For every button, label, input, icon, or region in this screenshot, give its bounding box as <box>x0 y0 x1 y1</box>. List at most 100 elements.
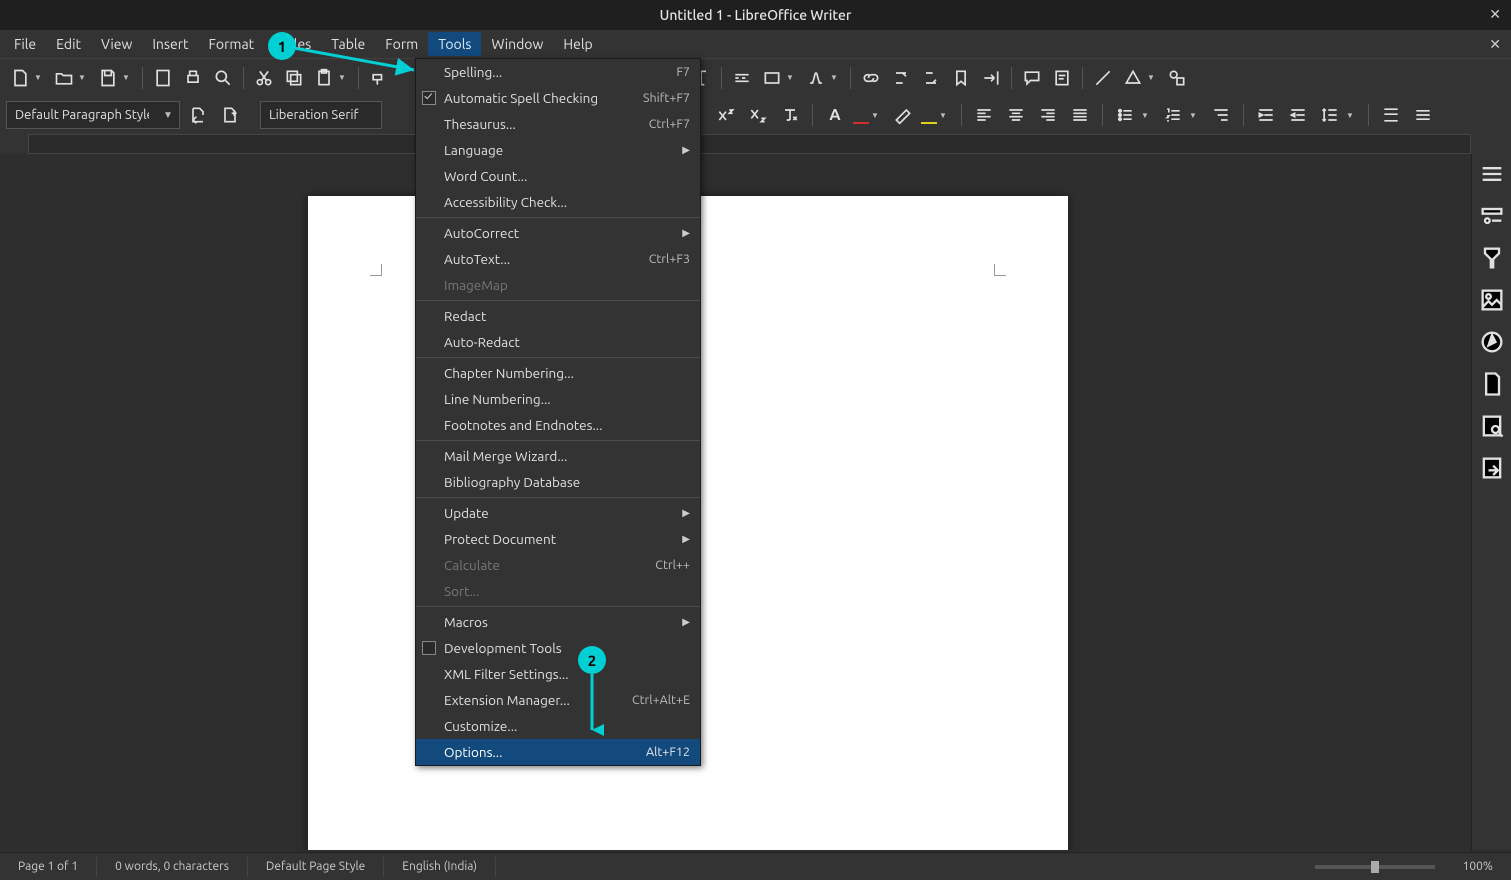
subscript-icon[interactable] <box>744 101 772 129</box>
status-page[interactable]: Page 1 of 1 <box>0 857 97 877</box>
new-style-icon[interactable] <box>216 101 244 129</box>
menu-item-update[interactable]: Update▶ <box>416 500 700 526</box>
sidebar-page-icon[interactable] <box>1478 370 1506 398</box>
open-dropdown-icon[interactable]: ▼ <box>78 73 88 82</box>
menu-item-auto-redact[interactable]: Auto-Redact <box>416 329 700 355</box>
status-page-style[interactable]: Default Page Style <box>248 857 384 877</box>
highlight-color-icon[interactable] <box>889 101 917 129</box>
menu-edit[interactable]: Edit <box>46 32 91 56</box>
basic-shapes-icon[interactable] <box>1119 64 1147 92</box>
menu-insert[interactable]: Insert <box>142 32 198 56</box>
menu-tools[interactable]: Tools <box>428 32 481 56</box>
track-changes-icon[interactable] <box>1048 64 1076 92</box>
paragraph-style-combo[interactable]: ▼ <box>6 101 180 129</box>
superscript-icon[interactable] <box>712 101 740 129</box>
align-right-icon[interactable] <box>1034 101 1062 129</box>
decrease-indent-icon[interactable] <box>1284 101 1312 129</box>
decrease-para-spacing-icon[interactable] <box>1409 101 1437 129</box>
zoom-slider-handle[interactable] <box>1371 861 1379 873</box>
align-justify-icon[interactable] <box>1066 101 1094 129</box>
line-spacing-icon[interactable] <box>1316 101 1344 129</box>
align-left-icon[interactable] <box>970 101 998 129</box>
copy-icon[interactable] <box>280 64 308 92</box>
menu-item-mail-merge-wizard[interactable]: Mail Merge Wizard... <box>416 443 700 469</box>
menu-item-redact[interactable]: Redact <box>416 303 700 329</box>
menu-item-line-numbering[interactable]: Line Numbering... <box>416 386 700 412</box>
outline-list-icon[interactable] <box>1207 101 1235 129</box>
insert-line-icon[interactable] <box>1089 64 1117 92</box>
zoom-slider[interactable] <box>1315 865 1435 869</box>
bullet-list-icon[interactable] <box>1111 101 1139 129</box>
increase-para-spacing-icon[interactable] <box>1377 101 1405 129</box>
menu-help[interactable]: Help <box>553 32 602 56</box>
menu-item-language[interactable]: Language▶ <box>416 137 700 163</box>
insert-page-break-icon[interactable] <box>728 64 756 92</box>
document-close-icon[interactable]: ✕ <box>1489 36 1501 53</box>
numbered-list-icon[interactable] <box>1159 101 1187 129</box>
font-name-combo[interactable] <box>260 101 382 129</box>
font-color-icon[interactable]: A <box>821 101 849 129</box>
font-name-input[interactable] <box>261 108 381 122</box>
status-language[interactable]: English (India) <box>384 857 496 877</box>
paragraph-style-dropdown-icon[interactable]: ▼ <box>157 109 179 121</box>
paragraph-style-input[interactable] <box>7 108 157 122</box>
sidebar-style-inspector-icon[interactable] <box>1478 412 1506 440</box>
field-dropdown-icon[interactable]: ▼ <box>786 73 796 82</box>
clone-formatting-icon[interactable] <box>365 64 393 92</box>
open-icon[interactable] <box>50 64 78 92</box>
menu-item-bibliography-database[interactable]: Bibliography Database <box>416 469 700 495</box>
export-pdf-icon[interactable] <box>149 64 177 92</box>
new-icon[interactable] <box>6 64 34 92</box>
menu-table[interactable]: Table <box>321 32 375 56</box>
document-canvas[interactable] <box>0 154 1471 850</box>
horizontal-ruler[interactable] <box>28 134 1471 154</box>
menu-file[interactable]: File <box>4 32 46 56</box>
insert-endnote-icon[interactable] <box>917 64 945 92</box>
insert-comment-icon[interactable] <box>1018 64 1046 92</box>
menu-item-protect-document[interactable]: Protect Document▶ <box>416 526 700 552</box>
numbered-dropdown-icon[interactable]: ▼ <box>1189 111 1199 120</box>
cut-icon[interactable] <box>250 64 278 92</box>
menu-item-spelling[interactable]: Spelling...F7 <box>416 59 700 85</box>
menu-view[interactable]: View <box>91 32 142 56</box>
menu-window[interactable]: Window <box>481 32 553 56</box>
sidebar-manage-changes-icon[interactable] <box>1478 454 1506 482</box>
menu-item-extension-manager[interactable]: Extension Manager...Ctrl+Alt+E <box>416 687 700 713</box>
bullet-dropdown-icon[interactable]: ▼ <box>1141 111 1151 120</box>
menu-item-macros[interactable]: Macros▶ <box>416 609 700 635</box>
status-zoom[interactable]: 100% <box>1445 857 1511 877</box>
insert-cross-reference-icon[interactable] <box>977 64 1005 92</box>
font-color-dropdown-icon[interactable]: ▼ <box>871 111 881 120</box>
menu-item-xml-filter-settings[interactable]: XML Filter Settings... <box>416 661 700 687</box>
menu-item-automatic-spell-checking[interactable]: Automatic Spell CheckingShift+F7 <box>416 85 700 111</box>
status-word-count[interactable]: 0 words, 0 characters <box>97 857 248 877</box>
paste-icon[interactable] <box>310 64 338 92</box>
insert-footnote-icon[interactable] <box>887 64 915 92</box>
insert-field-icon[interactable] <box>758 64 786 92</box>
menu-item-footnotes-and-endnotes[interactable]: Footnotes and Endnotes... <box>416 412 700 438</box>
insert-bookmark-icon[interactable] <box>947 64 975 92</box>
insert-special-char-icon[interactable] <box>802 64 830 92</box>
insert-hyperlink-icon[interactable] <box>857 64 885 92</box>
save-icon[interactable] <box>94 64 122 92</box>
special-char-dropdown-icon[interactable]: ▼ <box>830 73 840 82</box>
align-center-icon[interactable] <box>1002 101 1030 129</box>
menu-item-accessibility-check[interactable]: Accessibility Check... <box>416 189 700 215</box>
menu-item-customize[interactable]: Customize... <box>416 713 700 739</box>
menu-item-chapter-numbering[interactable]: Chapter Numbering... <box>416 360 700 386</box>
sidebar-styles-icon[interactable] <box>1478 244 1506 272</box>
sidebar-properties-icon[interactable] <box>1478 202 1506 230</box>
menu-item-autocorrect[interactable]: AutoCorrect▶ <box>416 220 700 246</box>
menu-form[interactable]: Form <box>375 32 428 56</box>
update-style-icon[interactable] <box>184 101 212 129</box>
window-close-icon[interactable]: ✕ <box>1489 6 1501 23</box>
print-icon[interactable] <box>179 64 207 92</box>
increase-indent-icon[interactable] <box>1252 101 1280 129</box>
show-draw-functions-icon[interactable] <box>1163 64 1191 92</box>
clear-formatting-icon[interactable] <box>776 101 804 129</box>
line-spacing-dropdown-icon[interactable]: ▼ <box>1346 111 1356 120</box>
menu-item-options[interactable]: Options...Alt+F12 <box>416 739 700 765</box>
paste-dropdown-icon[interactable]: ▼ <box>338 73 348 82</box>
highlight-dropdown-icon[interactable]: ▼ <box>939 111 949 120</box>
menu-format[interactable]: Format <box>199 32 265 56</box>
